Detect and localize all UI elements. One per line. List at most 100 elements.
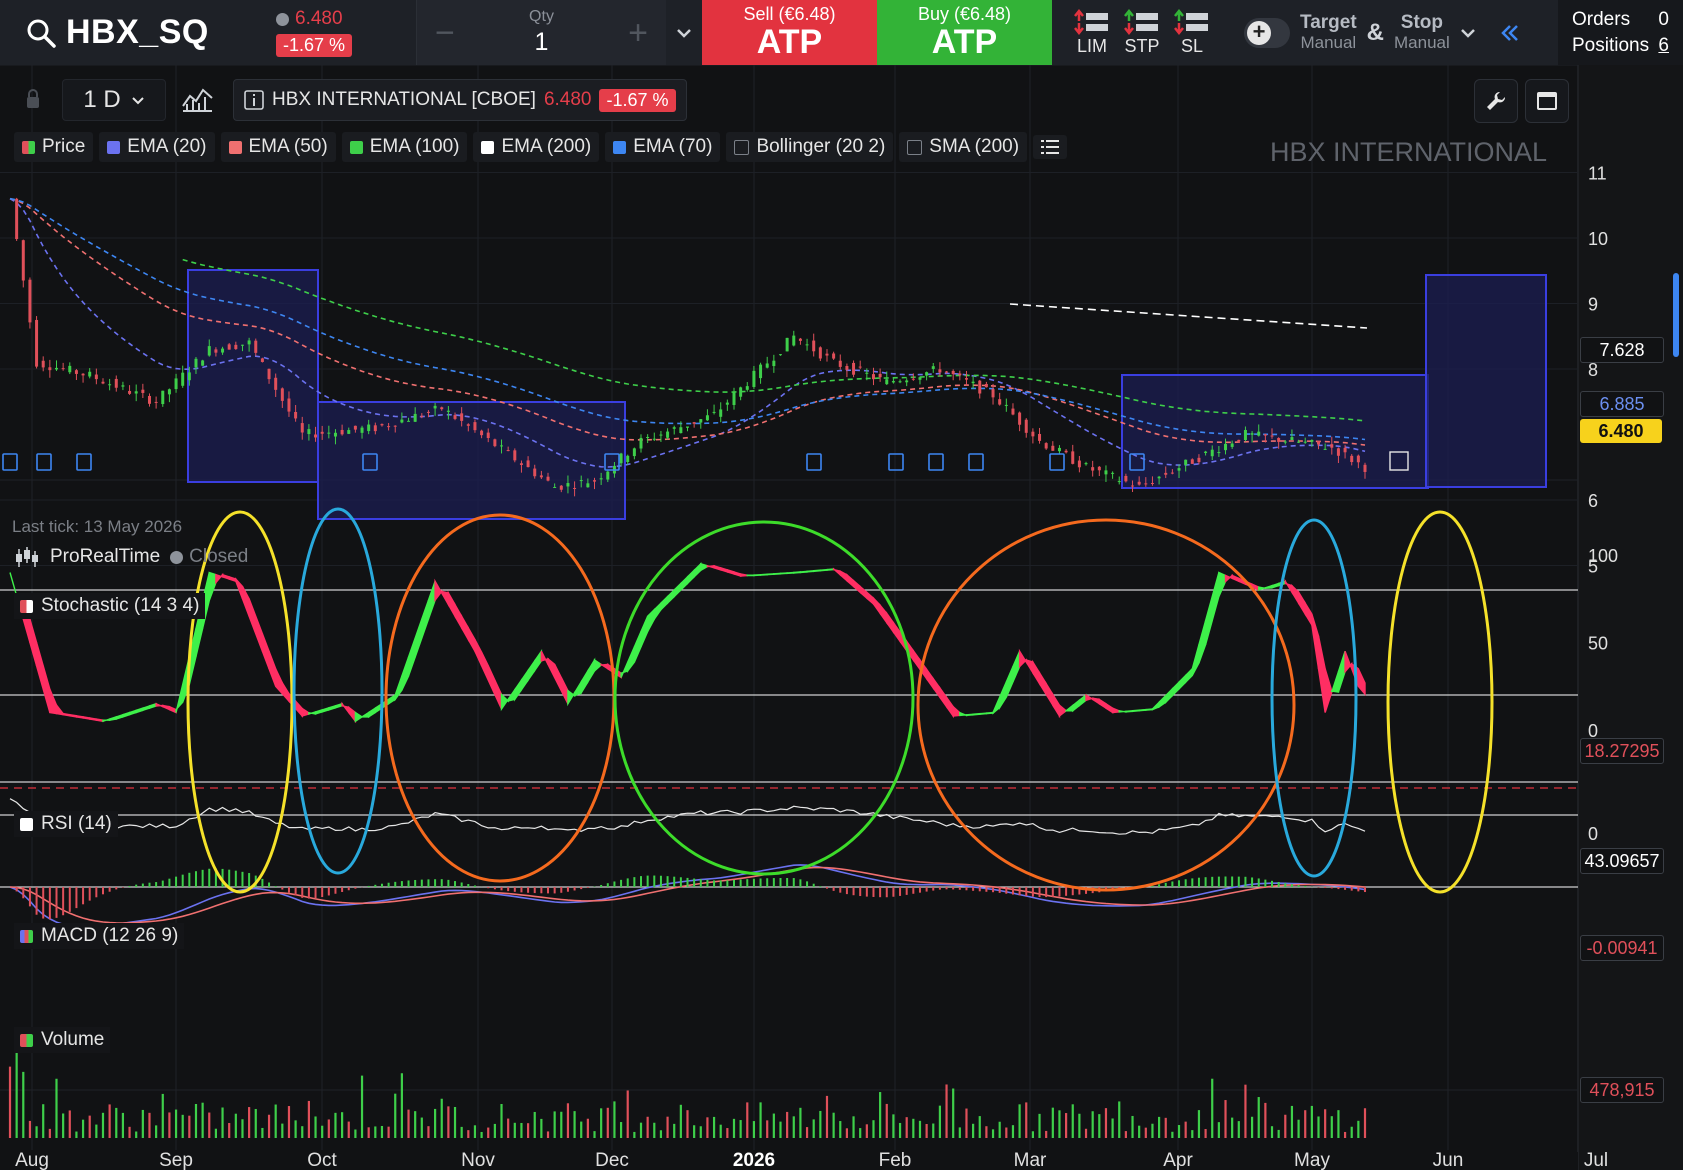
candle-body bbox=[74, 370, 78, 374]
candle-body bbox=[1150, 482, 1154, 484]
candle-body bbox=[772, 360, 776, 367]
chart-type-button[interactable] bbox=[178, 79, 218, 119]
candle-body bbox=[1104, 470, 1108, 475]
stochastic-tick-label: 100 bbox=[1588, 546, 1618, 566]
candle-body bbox=[380, 424, 384, 426]
legend-item-ema-70[interactable]: EMA (70) bbox=[605, 132, 721, 162]
x-axis-label: Nov bbox=[461, 1150, 495, 1170]
candle-body bbox=[998, 399, 1002, 405]
instrument-info[interactable]: HBX INTERNATIONAL [CBOE] 6.480 -1.67 % bbox=[233, 79, 687, 121]
candle-body bbox=[267, 368, 271, 380]
target-selector[interactable]: Target Manual bbox=[1300, 12, 1357, 53]
chart-area[interactable]: 11 10 9 8 6 5 100 50 0 0 Aug Sep Oct Nov Dec 2026 Feb Mar… bbox=[0, 65, 1683, 1170]
chart-watermark: HBX INTERNATIONAL bbox=[1270, 137, 1548, 167]
sell-action: ATP bbox=[756, 23, 823, 62]
drawing-lock[interactable] bbox=[18, 79, 48, 119]
chart-canvas[interactable]: 111098651005000Aug Sep Oct Nov Dec 2026 Feb Mar… bbox=[0, 65, 1683, 1170]
x-axis-label: Dec bbox=[595, 1150, 629, 1170]
qty-input[interactable]: 1 bbox=[535, 28, 549, 57]
candle-body bbox=[473, 422, 477, 431]
candle-body bbox=[672, 427, 676, 429]
x-axis-label: May bbox=[1294, 1150, 1330, 1170]
order-type-sl[interactable]: SL bbox=[1174, 8, 1210, 57]
candle-body bbox=[812, 340, 816, 352]
candle-body bbox=[911, 378, 915, 380]
rsi-value-tag: 43.09657 bbox=[1580, 848, 1664, 874]
candle-body bbox=[1310, 440, 1314, 442]
candle-body bbox=[858, 366, 862, 368]
x-axis-label: Sep bbox=[159, 1150, 193, 1170]
stochastic-band-segment bbox=[759, 573, 768, 576]
symbol-search[interactable]: HBX_SQ bbox=[0, 0, 276, 65]
stochastic-band-segment bbox=[786, 571, 795, 575]
x-axis-band bbox=[0, 1152, 1578, 1170]
stochastic-label[interactable]: Stochastic (14 3 4) bbox=[14, 593, 206, 619]
orders-positions-summary[interactable]: Orders 0 Positions 6 bbox=[1558, 0, 1683, 65]
candle-body bbox=[214, 349, 218, 353]
candle-body bbox=[699, 419, 703, 423]
chevron-down-icon bbox=[677, 28, 691, 38]
quantity-stepper[interactable]: − Qty 1 + bbox=[416, 0, 666, 65]
qty-minus-button[interactable]: − bbox=[435, 16, 455, 50]
double-chevron-left-icon bbox=[1501, 24, 1518, 41]
candle-body bbox=[207, 346, 211, 356]
buy-button[interactable]: Buy (€6.48) ATP bbox=[877, 0, 1052, 65]
candle-body bbox=[745, 386, 749, 390]
qty-plus-button[interactable]: + bbox=[628, 16, 648, 50]
candle-body bbox=[227, 344, 231, 350]
candle-body bbox=[307, 429, 311, 435]
instrument-name: HBX INTERNATIONAL [CBOE] bbox=[272, 89, 536, 110]
stochastic-band-segment bbox=[1145, 708, 1154, 711]
candle-body bbox=[247, 340, 251, 345]
data-source: ProRealTime Closed bbox=[14, 545, 248, 569]
candle-body bbox=[234, 344, 238, 350]
candle-body bbox=[978, 380, 982, 394]
candle-body bbox=[533, 468, 537, 477]
x-axis-label: Jul bbox=[1584, 1150, 1608, 1170]
legend-item-sma-200[interactable]: SMA (200) bbox=[899, 132, 1028, 162]
bracket-toggle[interactable]: + bbox=[1244, 17, 1290, 48]
legend-item-bollinger-20-2[interactable]: Bollinger (20 2) bbox=[726, 132, 894, 162]
maximize-chart-button[interactable] bbox=[1525, 79, 1569, 123]
candle-body bbox=[725, 402, 729, 405]
candle-body bbox=[1077, 460, 1081, 468]
legend-item-ema-100[interactable]: EMA (100) bbox=[341, 132, 468, 162]
candle-body bbox=[294, 411, 298, 419]
candle-body bbox=[1124, 475, 1128, 482]
volume-label[interactable]: Volume bbox=[14, 1027, 111, 1053]
chart-settings-button[interactable] bbox=[1474, 79, 1518, 123]
indicator-legend: Price EMA (20) EMA (50) EMA (100) EMA (200) E… bbox=[14, 129, 1068, 165]
order-type-stp[interactable]: STP bbox=[1124, 8, 1160, 57]
sell-button[interactable]: Sell (€6.48) ATP bbox=[702, 0, 877, 65]
candle-body bbox=[606, 471, 610, 480]
buy-action: ATP bbox=[931, 23, 998, 62]
candle-body bbox=[48, 367, 52, 371]
legend-item-ema-50[interactable]: EMA (50) bbox=[220, 132, 336, 162]
last-tick-label: Last tick: 13 May 2026 bbox=[12, 517, 183, 536]
rsi-label[interactable]: RSI (14) bbox=[14, 811, 118, 837]
candle-body bbox=[905, 380, 909, 383]
qty-dropdown[interactable] bbox=[666, 0, 702, 65]
candle-body bbox=[420, 415, 424, 417]
candle-body bbox=[1350, 455, 1354, 463]
macd-label[interactable]: MACD (12 26 9) bbox=[14, 923, 185, 949]
order-type-lim[interactable]: LIM bbox=[1074, 8, 1110, 57]
timeframe-selector[interactable]: 1 D bbox=[62, 79, 166, 121]
qty-label: Qty bbox=[529, 8, 554, 25]
candle-body bbox=[453, 415, 457, 419]
legend-item-price[interactable]: Price bbox=[14, 132, 94, 162]
rsi-color-swatch bbox=[20, 817, 33, 831]
legend-menu-button[interactable] bbox=[1033, 135, 1068, 159]
legend-swatch bbox=[734, 139, 750, 155]
candle-body bbox=[407, 420, 411, 422]
collapse-panel-button[interactable] bbox=[1486, 0, 1534, 65]
legend-item-ema-200[interactable]: EMA (200) bbox=[473, 132, 600, 162]
stop-selector[interactable]: Stop Manual bbox=[1394, 12, 1450, 53]
candle-body bbox=[1224, 443, 1228, 451]
candle-body bbox=[15, 198, 19, 240]
bracket-dropdown[interactable] bbox=[1450, 0, 1486, 65]
candle-body bbox=[785, 337, 789, 352]
legend-item-ema-20[interactable]: EMA (20) bbox=[99, 132, 215, 162]
candle-body bbox=[94, 374, 98, 380]
target-stop-group: + Target Manual & Stop Manual bbox=[1230, 0, 1450, 65]
